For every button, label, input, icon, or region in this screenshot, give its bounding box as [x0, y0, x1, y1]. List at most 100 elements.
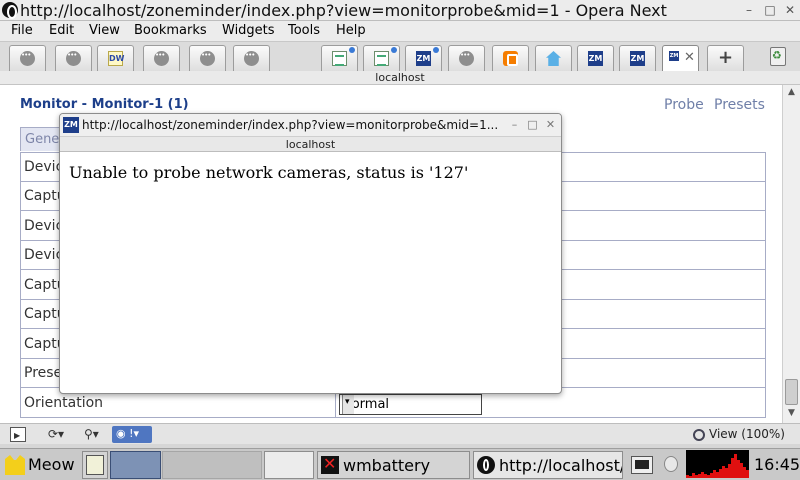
- new-tab-button[interactable]: +: [707, 45, 744, 71]
- x-window-icon: [321, 454, 339, 474]
- page-title: Monitor - Monitor-1 (1): [20, 97, 189, 112]
- row-label: Devic: [24, 159, 64, 175]
- share-icon[interactable]: ⚲▾: [84, 427, 99, 442]
- tab-13[interactable]: ZM: [577, 45, 614, 71]
- trash-icon[interactable]: [770, 47, 786, 66]
- menu-help[interactable]: Help: [336, 23, 366, 38]
- menu-bar: File Edit View Bookmarks Widgets Tools H…: [0, 21, 800, 41]
- tab-7[interactable]: [321, 45, 358, 71]
- scroll-down-icon[interactable]: ▼: [785, 408, 798, 420]
- popup-minimize-button[interactable]: –: [508, 118, 521, 131]
- update-badge-icon: [349, 47, 355, 53]
- close-tab-icon[interactable]: ✕: [684, 50, 695, 65]
- document-icon: [374, 51, 389, 66]
- desktop-2[interactable]: [162, 451, 262, 479]
- row-label: Devic: [24, 218, 64, 234]
- task-wmbattery[interactable]: wmbattery: [317, 451, 470, 479]
- maximize-button[interactable]: □: [762, 3, 778, 18]
- task-opera[interactable]: http://localhost/: [473, 451, 623, 479]
- speed-dial-icon: [154, 51, 169, 66]
- tab-5[interactable]: [189, 45, 226, 71]
- speed-dial-icon: [200, 51, 215, 66]
- minimize-button[interactable]: –: [741, 3, 757, 18]
- speed-dial-icon: [20, 51, 35, 66]
- unite-label: !: [129, 427, 134, 440]
- popup-maximize-button[interactable]: □: [526, 118, 539, 131]
- panel-toggle-icon[interactable]: [10, 427, 26, 443]
- popup-address-strip: localhost: [60, 136, 561, 152]
- tab-2[interactable]: [55, 45, 92, 71]
- status-bar: ⟳▾ ⚲▾ ◉ !▾ View (100%): [0, 423, 800, 444]
- probe-error-message: Unable to probe network cameras, status …: [69, 163, 469, 182]
- window-titlebar: http://localhost/zoneminder/index.php?vi…: [0, 0, 800, 21]
- cpu-load-graph: [686, 450, 749, 478]
- menu-view[interactable]: View: [89, 23, 120, 38]
- tab-active[interactable]: ZM ✕: [662, 45, 699, 72]
- tab-14[interactable]: ZM: [619, 45, 656, 71]
- cat-icon: [5, 455, 25, 475]
- scroll-thumb[interactable]: [785, 379, 798, 405]
- tab-11[interactable]: [492, 45, 529, 71]
- tab-general-label: Gene: [25, 132, 60, 147]
- tab-9[interactable]: ZM: [405, 45, 442, 71]
- scroll-up-icon[interactable]: ▲: [785, 87, 798, 99]
- menu-widgets[interactable]: Widgets: [222, 23, 275, 38]
- orientation-label: Orientation: [24, 395, 104, 411]
- tab-4[interactable]: [143, 45, 180, 71]
- home-icon: [546, 51, 561, 66]
- zoneminder-icon: ZM: [63, 117, 79, 133]
- desktop-3[interactable]: [264, 451, 314, 479]
- probe-link[interactable]: Probe: [664, 97, 704, 113]
- zoneminder-icon: ZM: [669, 51, 679, 61]
- probe-popup-window: ZM http://localhost/zoneminder/index.php…: [59, 113, 562, 394]
- tab-12[interactable]: [535, 45, 572, 71]
- menu-edit[interactable]: Edit: [49, 23, 74, 38]
- popup-close-button[interactable]: ✕: [544, 118, 557, 131]
- address-strip: localhost: [0, 71, 800, 85]
- menu-file[interactable]: File: [11, 23, 33, 38]
- dw-icon: DW: [108, 51, 124, 66]
- blogger-icon: [503, 51, 518, 66]
- opera-icon: [2, 2, 18, 19]
- orientation-select[interactable]: Normal: [339, 394, 482, 415]
- zoneminder-icon: ZM: [588, 51, 603, 66]
- meow-menu-button[interactable]: Meow: [2, 451, 78, 479]
- update-badge-icon: [433, 47, 439, 53]
- reload-icon[interactable]: ⟳▾: [48, 427, 64, 442]
- close-button[interactable]: ✕: [782, 3, 798, 18]
- tab-bar: DW ZM ZM ZM ZM ✕ +: [0, 41, 800, 72]
- monitor-icon[interactable]: [631, 456, 653, 474]
- tab-1[interactable]: [9, 45, 46, 71]
- desktop-1[interactable]: [110, 451, 161, 479]
- zoneminder-icon: ZM: [630, 51, 645, 66]
- presets-link[interactable]: Presets: [714, 97, 765, 113]
- tab-3[interactable]: DW: [97, 45, 134, 71]
- meow-label: Meow: [28, 455, 75, 474]
- speed-dial-icon: [244, 51, 259, 66]
- document-icon: [332, 51, 347, 66]
- taskbar: Meow wmbattery http://localhost/: [0, 448, 800, 480]
- tab-6[interactable]: [233, 45, 270, 71]
- tab-8[interactable]: [363, 45, 400, 71]
- window-title: http://localhost/zoneminder/index.php?vi…: [20, 1, 667, 20]
- task-label: http://localhost/: [499, 456, 623, 475]
- notepad-icon: [86, 455, 104, 475]
- zoom-level[interactable]: View (100%): [709, 427, 785, 441]
- speed-dial-icon: [66, 51, 81, 66]
- zoneminder-icon: ZM: [416, 51, 431, 66]
- page-scrollbar[interactable]: ▲ ▼: [782, 85, 800, 423]
- row-label: Prese: [24, 365, 63, 381]
- power-icon[interactable]: [664, 456, 678, 472]
- opera-unite-button[interactable]: ◉ !▾: [112, 426, 152, 443]
- notes-launcher[interactable]: [82, 451, 108, 479]
- menu-tools[interactable]: Tools: [288, 23, 320, 38]
- clock: 16:45: [754, 455, 800, 474]
- update-badge-icon: [391, 47, 397, 53]
- cpu-load-bar: [746, 470, 749, 478]
- speed-dial-icon: [459, 51, 474, 66]
- task-label: wmbattery: [343, 456, 431, 475]
- tab-10[interactable]: [448, 45, 485, 71]
- opera-icon: [477, 456, 495, 474]
- chevron-down-icon[interactable]: [342, 395, 354, 414]
- menu-bookmarks[interactable]: Bookmarks: [134, 23, 207, 38]
